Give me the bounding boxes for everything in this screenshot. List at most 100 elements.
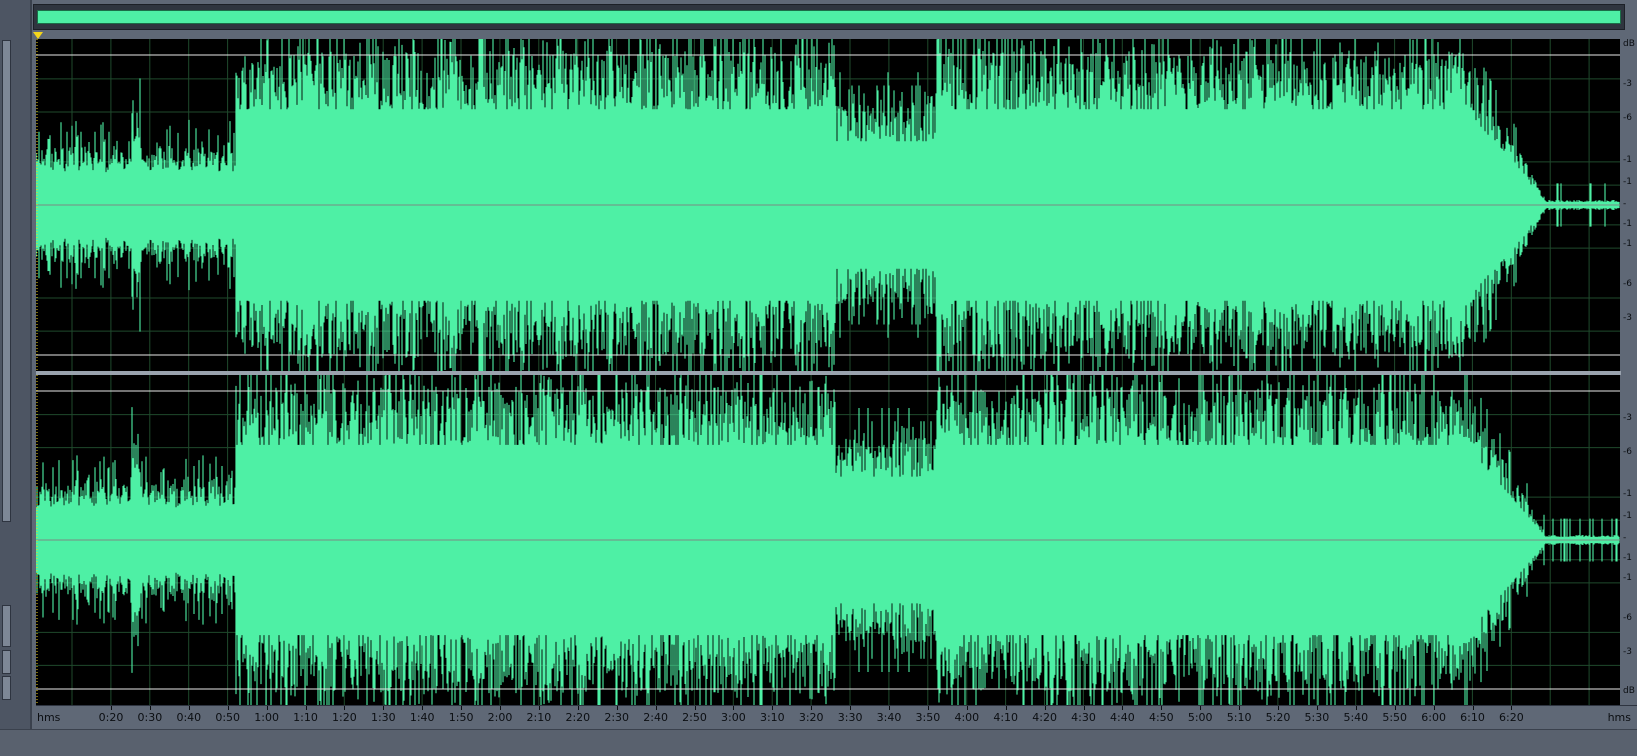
time-label: 1:40: [409, 711, 435, 724]
db-label: -1: [1623, 511, 1632, 521]
right-channel-waveform: [36, 375, 1620, 705]
time-tick-mark: [538, 706, 540, 710]
db-label: -1: [1623, 553, 1632, 563]
time-label: 6:20: [1499, 711, 1524, 724]
db-label: -1: [1623, 155, 1632, 165]
time-tick-mark: [1511, 706, 1513, 710]
db-label: -6: [1623, 279, 1632, 289]
time-label: 1:50: [448, 711, 474, 724]
time-tick-mark: [383, 706, 385, 710]
overview-visible-range[interactable]: [37, 10, 1621, 24]
db-label: -6: [1623, 613, 1632, 623]
channel-divider[interactable]: [36, 371, 1637, 375]
left-side-panel: [0, 0, 32, 755]
time-label: 3:50: [915, 711, 941, 724]
time-ruler[interactable]: hms 0:20 0:30 0:40 0:50 1:00 1:10 1:20 1:30 1:40…: [36, 705, 1637, 730]
db-scale-ruler: dB -3 -6 -1 -1 - -1 -1 -6 -3 -3 -6 -1 -1 - -1 -1 -6 -3 d…: [1621, 39, 1637, 705]
time-label: 0:30: [137, 711, 163, 724]
time-label: 5:20: [1265, 711, 1291, 724]
time-tick-mark: [422, 706, 424, 710]
db-label: -6: [1623, 447, 1632, 457]
time-label: 3:20: [798, 711, 824, 724]
time-label: 0:40: [176, 711, 202, 724]
time-label: 4:20: [1032, 711, 1057, 724]
time-label: 2:30: [604, 711, 630, 724]
time-label: 4:30: [1071, 711, 1096, 724]
time-label: 5:00: [1187, 711, 1213, 724]
time-label: 1:30: [370, 711, 396, 724]
time-label: 1:00: [254, 711, 279, 724]
time-tick-mark: [500, 706, 501, 710]
time-tick-mark: [772, 706, 774, 710]
time-tick-mark: [149, 706, 151, 710]
time-label: 5:30: [1304, 711, 1330, 724]
time-label: 0:20: [98, 711, 124, 724]
time-tick-mark: [1239, 706, 1241, 710]
time-label: 3:30: [837, 711, 863, 724]
time-label: 2:40: [643, 711, 668, 724]
status-strip: [0, 729, 1637, 756]
time-tick-mark: [1472, 706, 1474, 710]
time-label: 4:40: [1110, 711, 1135, 724]
time-label: 2:20: [565, 711, 591, 724]
time-tick-mark: [344, 706, 346, 710]
time-tick-mark: [1200, 706, 1202, 710]
time-tick-mark: [1433, 706, 1435, 710]
time-tick-mark: [927, 706, 929, 710]
side-control-button[interactable]: [2, 605, 11, 647]
left-channel-waveform: [36, 39, 1620, 371]
time-tick-mark: [577, 706, 579, 710]
time-tick-mark: [1316, 706, 1318, 710]
overview-scrollbar[interactable]: [33, 4, 1625, 30]
time-tick-mark: [1005, 706, 1007, 710]
time-label: 2:10: [526, 711, 552, 724]
time-tick-mark: [1161, 706, 1163, 710]
time-tick-mark: [111, 706, 112, 710]
db-label: -3: [1623, 647, 1632, 657]
time-label: 0:50: [215, 711, 241, 724]
time-tick-mark: [1355, 706, 1357, 710]
db-unit-bottom: dB: [1623, 686, 1635, 696]
time-unit-left: hms: [37, 711, 61, 724]
time-tick-mark: [850, 706, 852, 710]
time-label: 2:00: [487, 711, 513, 724]
db-label: -6: [1623, 113, 1632, 123]
time-label: 1:20: [332, 711, 357, 724]
time-unit-right: hms: [1607, 711, 1631, 724]
time-label: 5:50: [1382, 711, 1408, 724]
audio-editor-window: dB -3 -6 -1 -1 - -1 -1 -6 -3 -3 -6 -1 -1 - -1 -1 -6 -3 d…: [0, 0, 1637, 756]
time-tick-mark: [616, 706, 618, 710]
time-tick-mark: [1122, 706, 1124, 710]
db-label: -1: [1623, 219, 1632, 229]
db-label: -: [1623, 533, 1627, 543]
db-unit-top: dB: [1623, 39, 1635, 49]
time-tick-mark: [1278, 706, 1279, 710]
time-tick-mark: [966, 706, 968, 710]
time-label: 4:00: [954, 711, 980, 724]
time-tick-mark: [266, 706, 268, 710]
triangle-down-icon[interactable]: [33, 32, 43, 39]
time-tick-mark: [461, 706, 463, 710]
db-label: -: [1623, 199, 1627, 209]
time-tick-mark: [227, 706, 229, 710]
time-label: 6:10: [1460, 711, 1485, 724]
side-scroll-track[interactable]: [2, 40, 11, 522]
time-tick-mark: [305, 706, 307, 710]
time-label: 4:50: [1148, 711, 1174, 724]
db-label: -3: [1623, 413, 1632, 423]
time-label: 4:10: [993, 711, 1019, 724]
time-label: 6:00: [1421, 711, 1446, 724]
db-label: -1: [1623, 239, 1632, 249]
time-tick-mark: [811, 706, 813, 710]
time-tick-mark: [188, 706, 190, 710]
time-tick-mark: [733, 706, 735, 710]
time-tick-mark: [1044, 706, 1046, 710]
time-tick-mark: [889, 706, 890, 710]
side-control-button-3[interactable]: [2, 676, 11, 700]
time-tick-mark: [655, 706, 657, 710]
side-control-button-2[interactable]: [2, 650, 11, 674]
time-label: 5:10: [1226, 711, 1252, 724]
time-label: 3:00: [721, 711, 746, 724]
time-label: 3:10: [759, 711, 785, 724]
db-label: -1: [1623, 489, 1632, 499]
